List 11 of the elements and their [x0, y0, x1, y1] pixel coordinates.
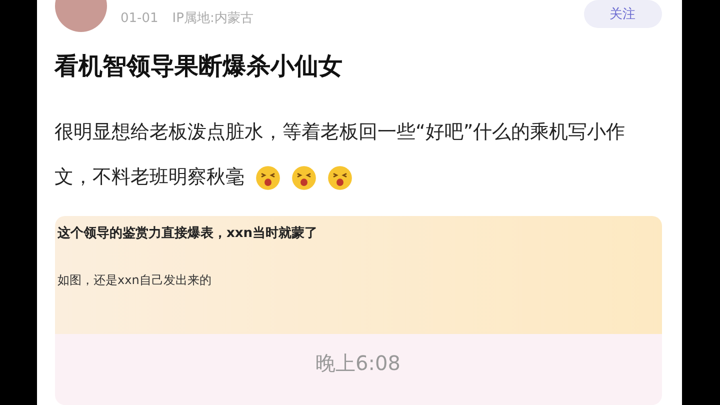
laughing-face-icon — [326, 164, 352, 191]
follow-button[interactable]: 关注 — [584, 0, 662, 28]
post-date: 01-01 — [120, 10, 158, 26]
message-time: 晚上6:08 — [316, 350, 400, 377]
post-body: 很明显想给老板泼点脏水，等着老板回一些“好吧”什么的乘机写小作文，不料老班明察秋毫 — [54, 110, 644, 200]
ip-location: IP属地:内蒙古 — [172, 10, 254, 27]
laughing-face-icon — [254, 164, 280, 191]
screenshot-headline: 这个领导的鉴赏力直接爆表，xxn当时就蒙了 — [58, 224, 319, 242]
laughing-face-icon — [290, 164, 316, 191]
screenshot-caption: 如图，还是xxn自己发出来的 — [58, 272, 212, 289]
post-title: 看机智领导果断爆杀小仙女 — [54, 51, 344, 82]
